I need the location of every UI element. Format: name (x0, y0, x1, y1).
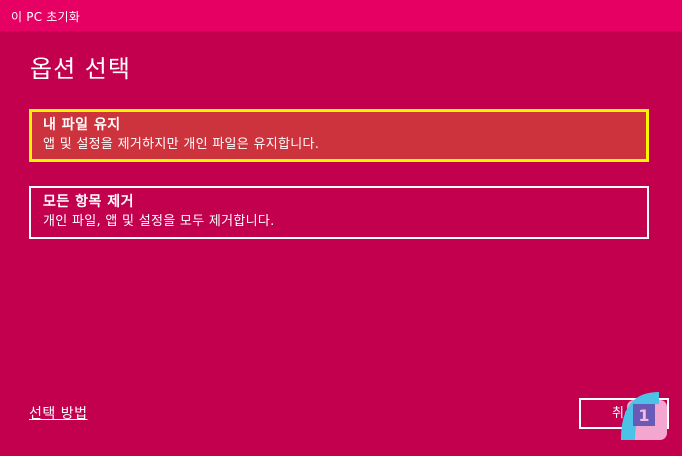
option-description: 앱 및 설정을 제거하지만 개인 파일은 유지합니다. (43, 137, 320, 152)
reset-pc-window: 이 PC 초기화 옵션 선택 내 파일 유지 앱 및 설정을 제거하지만 개인 … (0, 0, 682, 456)
option-title: 내 파일 유지 (43, 117, 121, 133)
option-title: 모든 항목 제거 (43, 194, 135, 210)
app-logo-icon: 1 (621, 392, 667, 440)
remove-everything-option[interactable]: 모든 항목 제거 개인 파일, 앱 및 설정을 모두 제거합니다. (29, 186, 649, 239)
help-me-choose-link[interactable]: 선택 방법 (29, 403, 87, 423)
window-title: 이 PC 초기화 (11, 10, 81, 24)
keep-my-files-option[interactable]: 내 파일 유지 앱 및 설정을 제거하지만 개인 파일은 유지합니다. (29, 109, 649, 162)
svg-text:1: 1 (638, 406, 649, 425)
title-bar[interactable]: 이 PC 초기화 (0, 0, 682, 32)
option-description: 개인 파일, 앱 및 설정을 모두 제거합니다. (43, 214, 275, 229)
page-title: 옵션 선택 (30, 55, 131, 83)
